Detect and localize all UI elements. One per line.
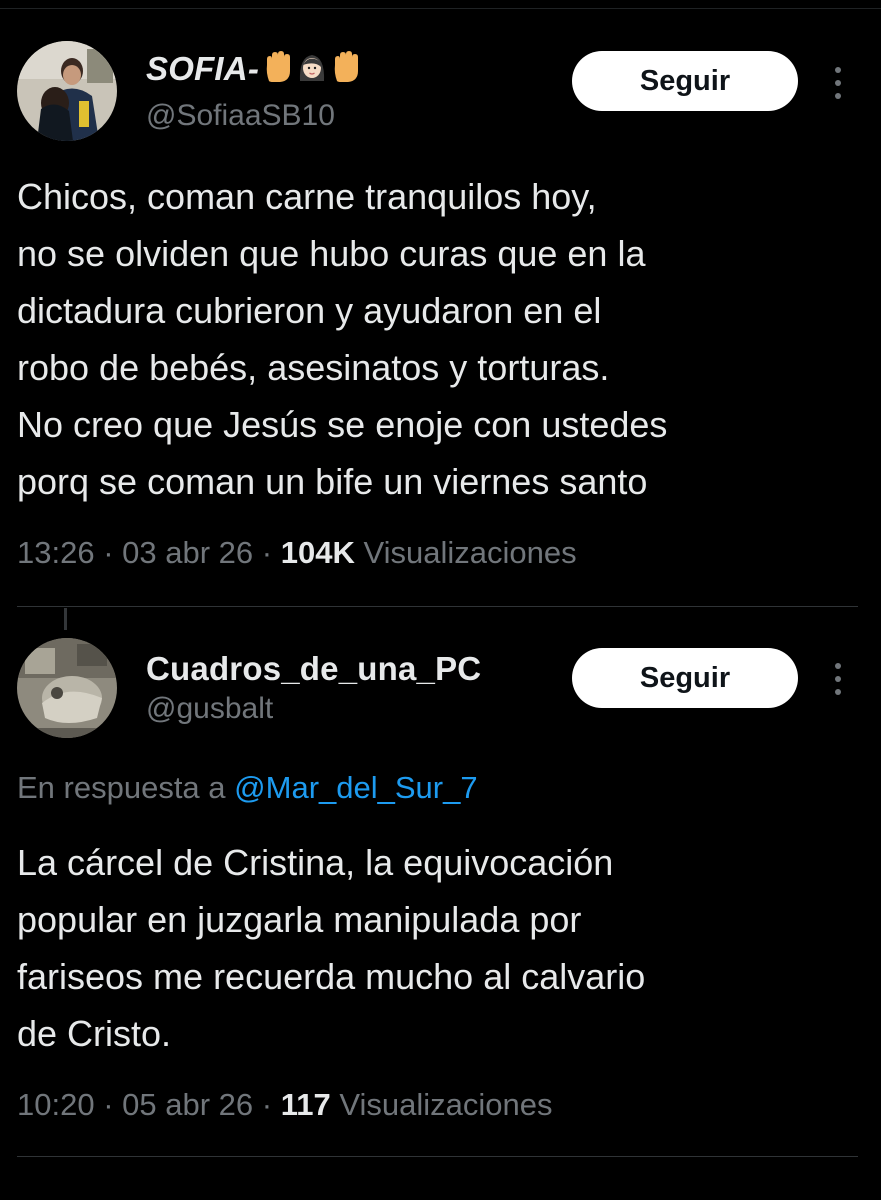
avatar[interactable] (17, 41, 117, 141)
tweet-divider (17, 1156, 858, 1157)
avatar[interactable] (17, 638, 117, 738)
tweet-cuadros[interactable]: Cuadros_de_una_PC @gusbalt Seguir En res… (0, 608, 881, 1200)
views-label[interactable]: Visualizaciones (363, 535, 576, 570)
author-name[interactable]: Cuadros_de_una_PC (146, 650, 481, 688)
tweet-text: La cárcel de Cristina, la equivocación p… (17, 834, 867, 1062)
tweet-text-line: dictadura cubrieron y ayudaron en el (17, 290, 602, 331)
reply-handle-link[interactable]: @Mar_del_Sur_7 (234, 770, 477, 805)
tweet-date[interactable]: 03 abr 26 (122, 535, 253, 570)
reply-prefix: En respuesta a (17, 770, 226, 805)
tweet-text-line: popular en juzgarla manipulada por (17, 899, 582, 940)
more-options-icon[interactable] (828, 659, 848, 699)
views-count[interactable]: 104K (281, 535, 355, 570)
author-handle[interactable]: @SofiaaSB10 (146, 99, 335, 133)
tweet-text-line: porq se coman un bife un viernes santo (17, 461, 648, 502)
meta-separator: · (103, 1087, 114, 1122)
woman-face-icon (297, 51, 327, 91)
author-name[interactable]: SOFIA- (146, 50, 361, 91)
thread-connector (64, 608, 67, 630)
meta-separator: · (261, 1087, 273, 1122)
meta-separator: · (103, 535, 114, 570)
tweet-text: Chicos, coman carne tranquilos hoy, no s… (17, 168, 867, 510)
tweet-divider (17, 606, 858, 607)
tweet-thread-screen: SOFIA- @SofiaaSB10 Seguir Chicos, coman … (0, 0, 881, 1200)
tweet-time[interactable]: 10:20 (17, 1087, 95, 1122)
tweet-date[interactable]: 05 abr 26 (122, 1087, 253, 1122)
author-name-text: SOFIA- (146, 50, 260, 87)
more-options-icon[interactable] (828, 63, 848, 103)
follow-button[interactable]: Seguir (572, 51, 798, 111)
raised-hand-icon (331, 51, 361, 91)
reply-context: En respuesta a @Mar_del_Sur_7 (17, 770, 478, 806)
avatar-photo (17, 638, 117, 738)
tweet-text-line: de Cristo. (17, 1013, 172, 1054)
meta-separator: · (261, 535, 273, 570)
views-count[interactable]: 117 (281, 1087, 331, 1122)
tweet-meta: 13:26 · 03 abr 26 · 104K Visualizaciones (17, 535, 577, 571)
tweet-sofia[interactable]: SOFIA- @SofiaaSB10 Seguir Chicos, coman … (0, 0, 881, 608)
avatar-photo (17, 41, 117, 141)
tweet-meta: 10:20 · 05 abr 26 · 117 Visualizaciones (17, 1087, 553, 1123)
tweet-text-line: fariseos me recuerda mucho al calvario (17, 956, 646, 997)
raised-hand-icon (263, 51, 293, 91)
tweet-text-line: La cárcel de Cristina, la equivocación (17, 842, 614, 883)
views-label[interactable]: Visualizaciones (339, 1087, 552, 1122)
tweet-time[interactable]: 13:26 (17, 535, 95, 570)
tweet-text-line: robo de bebés, asesinatos y torturas. (17, 347, 610, 388)
tweet-text-line: Chicos, coman carne tranquilos hoy, (17, 176, 597, 217)
tweet-text-line: no se olviden que hubo curas que en la (17, 233, 646, 274)
author-handle[interactable]: @gusbalt (146, 692, 273, 726)
follow-button[interactable]: Seguir (572, 648, 798, 708)
tweet-text-line: No creo que Jesús se enoje con ustedes (17, 404, 668, 445)
